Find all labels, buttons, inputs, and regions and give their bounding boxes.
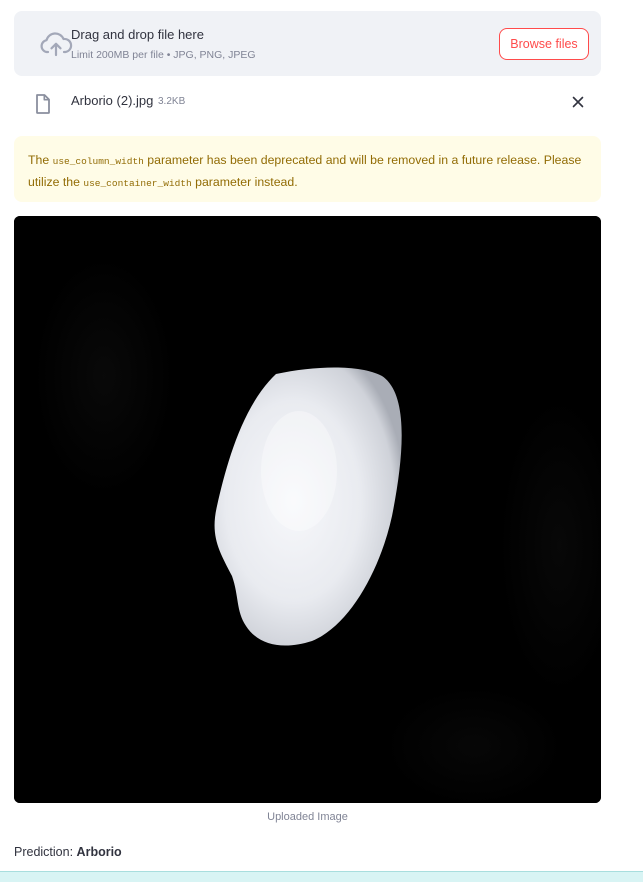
prediction-value: Arborio — [76, 845, 122, 859]
warning-text-3: parameter instead. — [195, 175, 298, 189]
image-caption: Uploaded Image — [267, 811, 348, 823]
warning-code-container-width: use_container_width — [83, 178, 192, 189]
browse-files-button[interactable]: Browse files — [499, 28, 589, 60]
prediction-result: Prediction: Arborio — [14, 845, 122, 859]
bottom-status-bar — [0, 871, 643, 882]
cloud-upload-icon — [40, 32, 73, 57]
warning-code-column-width: use_column_width — [52, 156, 144, 167]
uploaded-file-name: Arborio (2).jpg — [71, 93, 154, 108]
close-icon[interactable] — [569, 93, 587, 111]
prediction-label: Prediction: — [14, 845, 74, 859]
app-page: Drag and drop file here Limit 200MB per … — [0, 0, 643, 882]
uploaded-file-size: 3.2KB — [158, 96, 186, 107]
uploaded-image — [14, 216, 601, 803]
file-dropzone[interactable]: Drag and drop file here Limit 200MB per … — [14, 11, 601, 76]
dropzone-title: Drag and drop file here — [71, 27, 204, 42]
uploaded-file-item: Arborio (2).jpg 3.2KB — [14, 86, 601, 118]
rice-grain-image — [14, 216, 601, 803]
file-icon — [36, 94, 50, 114]
deprecation-warning: The use_column_width parameter has been … — [14, 136, 601, 202]
warning-text-1: The — [28, 153, 50, 167]
dropzone-limit-text: Limit 200MB per file • JPG, PNG, JPEG — [71, 49, 256, 61]
